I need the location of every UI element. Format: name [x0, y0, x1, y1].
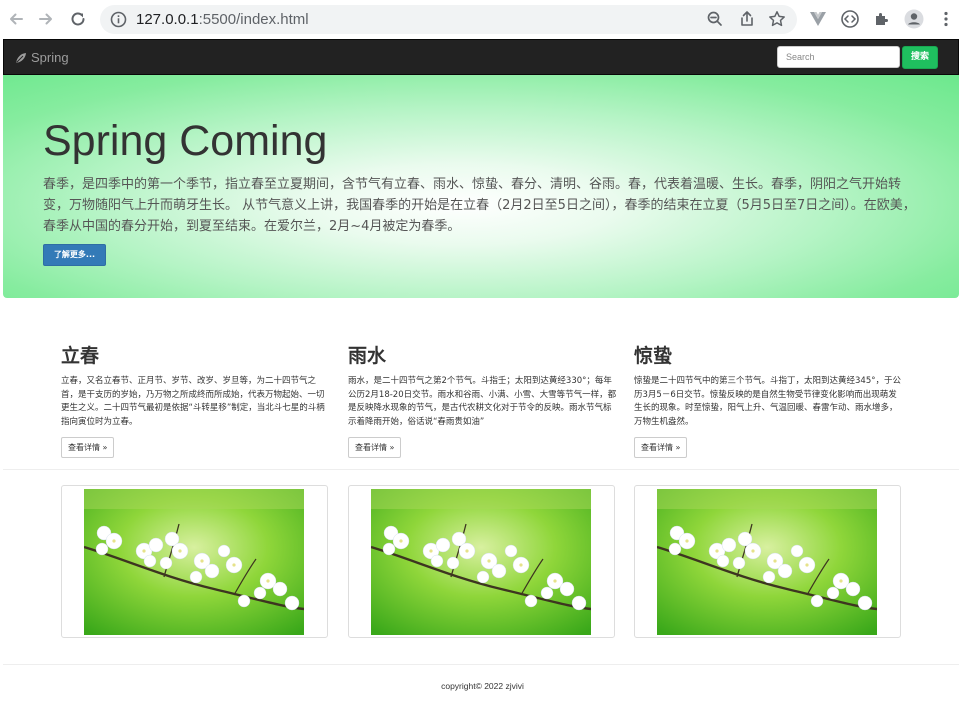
thumbnail	[348, 485, 615, 638]
footer-copyright: copyright© 2022 zjvivi	[441, 681, 524, 691]
brand-label: Spring	[31, 50, 69, 65]
navbar-brand[interactable]: Spring	[15, 50, 69, 65]
plum-blossom-image	[371, 489, 591, 635]
column-jingzhe: 惊蛰 惊蛰是二十四节气中的第三个节气。斗指丁，太阳到达黄经345°，于公历3月5…	[634, 343, 904, 458]
profile-avatar-icon[interactable]	[904, 9, 924, 29]
jumbotron-title: Spring Coming	[43, 117, 328, 165]
back-arrow-icon	[10, 13, 23, 25]
extensions-puzzle-icon[interactable]	[872, 9, 892, 29]
column-lichun: 立春 立春，又名立春节、正月节、岁节、改岁、岁旦等，为二十四节气之首，是干支历的…	[61, 343, 331, 458]
reload-icon	[71, 12, 85, 26]
column-title: 惊蛰	[634, 345, 673, 367]
menu-kebab-icon[interactable]	[936, 9, 956, 29]
column-text: 惊蛰是二十四节气中的第三个节气。斗指丁，太阳到达黄经345°，于公历3月5－6日…	[634, 376, 901, 427]
code-extension-icon[interactable]	[840, 9, 860, 29]
column-yushui: 雨水 雨水，是二十四节气之第2个节气。斗指壬；太阳到达黄经330°；每年公历2月…	[348, 343, 618, 458]
share-icon[interactable]	[738, 10, 756, 28]
plum-blossom-image	[657, 489, 877, 635]
search-button[interactable]: 搜索	[902, 46, 938, 69]
view-details-button[interactable]: 查看详情 »	[634, 437, 688, 458]
forward-arrow-icon	[39, 13, 52, 25]
thumbnail	[61, 485, 328, 638]
column-title: 雨水	[348, 345, 387, 367]
column-title: 立春	[61, 345, 100, 367]
thumbnail	[634, 485, 901, 638]
view-details-button[interactable]: 查看详情 »	[348, 437, 402, 458]
url-text: 127.0.0.1:5500/index.html	[136, 11, 309, 28]
leaf-icon	[16, 52, 26, 63]
search-input[interactable]	[777, 46, 900, 68]
reload-button[interactable]	[66, 7, 90, 31]
divider	[3, 469, 959, 470]
forward-button[interactable]	[34, 7, 58, 31]
back-button[interactable]	[4, 7, 28, 31]
column-text: 立春，又名立春节、正月节、岁节、改岁、岁旦等，为二十四节气之首，是干支历的岁始，…	[61, 376, 325, 427]
jumbotron: Spring Coming 春季，是四季中的第一个季节，指立春至立夏期间，含节气…	[3, 75, 959, 298]
footer-divider	[3, 664, 959, 665]
view-details-button[interactable]: 查看详情 »	[61, 437, 115, 458]
plum-blossom-image	[84, 489, 304, 635]
info-icon[interactable]	[110, 11, 127, 28]
bookmark-star-icon[interactable]	[768, 10, 786, 28]
jumbotron-text: 春季，是四季中的第一个季节，指立春至立夏期间，含节气有立春、雨水、惊蛰、春分、清…	[43, 177, 916, 234]
address-bar[interactable]: 127.0.0.1:5500/index.html	[100, 5, 797, 34]
site-navbar: Spring 搜索	[3, 39, 959, 75]
browser-toolbar: 127.0.0.1:5500/index.html	[0, 0, 965, 39]
column-text: 雨水，是二十四节气之第2个节气。斗指壬；太阳到达黄经330°；每年公历2月18-…	[348, 376, 617, 427]
zoom-icon[interactable]	[706, 10, 724, 28]
learn-more-button[interactable]: 了解更多...	[43, 244, 106, 266]
vue-devtools-icon[interactable]	[808, 9, 828, 29]
